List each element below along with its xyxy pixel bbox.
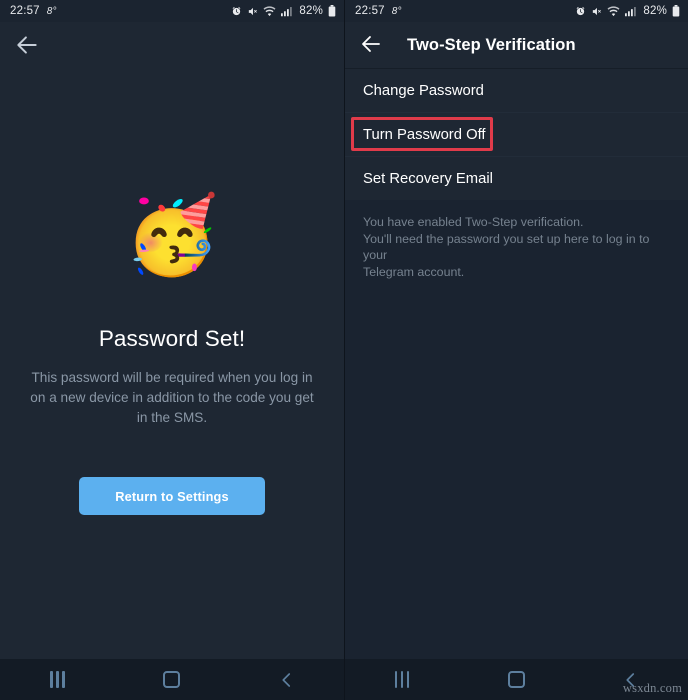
status-icons: 82% [231,5,336,17]
mute-icon [591,6,602,17]
return-to-settings-button[interactable]: Return to Settings [79,477,265,515]
back-button[interactable] [257,659,317,700]
back-arrow-icon[interactable] [14,32,40,58]
menu-item-set-recovery-email[interactable]: Set Recovery Email [345,157,688,200]
hint-line-2: You'll need the password you set up here… [363,231,650,263]
status-temperature: 8° [391,5,402,17]
hint-line-1: You have enabled Two-Step verification. [363,215,584,229]
battery-icon [672,5,680,17]
signal-icon [281,6,293,17]
status-temperature: 8° [46,5,57,17]
right-top-bar: Two-Step Verification [345,22,688,68]
signal-icon [625,6,637,17]
status-time: 22:57 [10,5,40,17]
right-phone-screen: 22:57 8° 82% Two-Step Verification Chang… [344,0,688,700]
home-icon [507,671,525,688]
dual-screenshot: 22:57 8° 82% 🥳 Password Set! This passwo… [0,0,688,700]
hint-line-3: Telegram account. [363,264,465,279]
home-button[interactable] [142,659,202,700]
chevron-left-icon [282,672,290,687]
status-bar-left: 22:57 8° 82% [0,0,344,22]
menu-item-label: Set Recovery Email [363,170,493,187]
home-icon [163,671,181,688]
wifi-icon [607,5,620,17]
nav-bar-left [0,659,344,700]
right-empty-area [345,296,688,659]
page-title: Password Set! [98,326,246,351]
battery-percent: 82% [299,5,323,17]
left-phone-screen: 22:57 8° 82% 🥳 Password Set! This passwo… [0,0,344,700]
page-title: Two-Step Verification [407,35,576,54]
status-bar-right: 22:57 8° 82% [345,0,688,22]
status-icons: 82% [575,5,680,17]
battery-icon [328,5,336,17]
status-time: 22:57 [355,5,385,17]
nav-bar-right: wsxdn.com [345,659,688,700]
menu-item-label: Change Password [363,82,484,99]
page-description: This password will be required when you … [30,370,314,425]
left-top-bar [0,22,344,68]
left-content: 🥳 Password Set! This password will be re… [0,68,344,659]
menu-item-turn-password-off[interactable]: Turn Password Off [345,113,688,156]
recents-button[interactable] [372,659,432,700]
recents-icon [50,671,65,688]
two-step-hint-text: You have enabled Two-Step verification. … [345,200,688,296]
wifi-icon [263,5,276,17]
recents-icon [394,671,410,688]
menu-item-turn-password-off-wrap: Turn Password Off [345,113,688,156]
settings-menu: Change Password Turn Password Off Set Re… [345,69,688,200]
mute-icon [247,6,258,17]
back-arrow-icon[interactable] [359,32,385,58]
party-face-emoji: 🥳 [124,193,220,278]
menu-item-change-password[interactable]: Change Password [345,69,688,112]
watermark: wsxdn.com [622,681,682,695]
alarm-icon [231,6,242,17]
alarm-icon [575,6,586,17]
menu-item-label: Turn Password Off [363,126,486,143]
battery-percent: 82% [643,5,667,17]
recents-button[interactable] [27,659,87,700]
home-button[interactable] [486,659,546,700]
